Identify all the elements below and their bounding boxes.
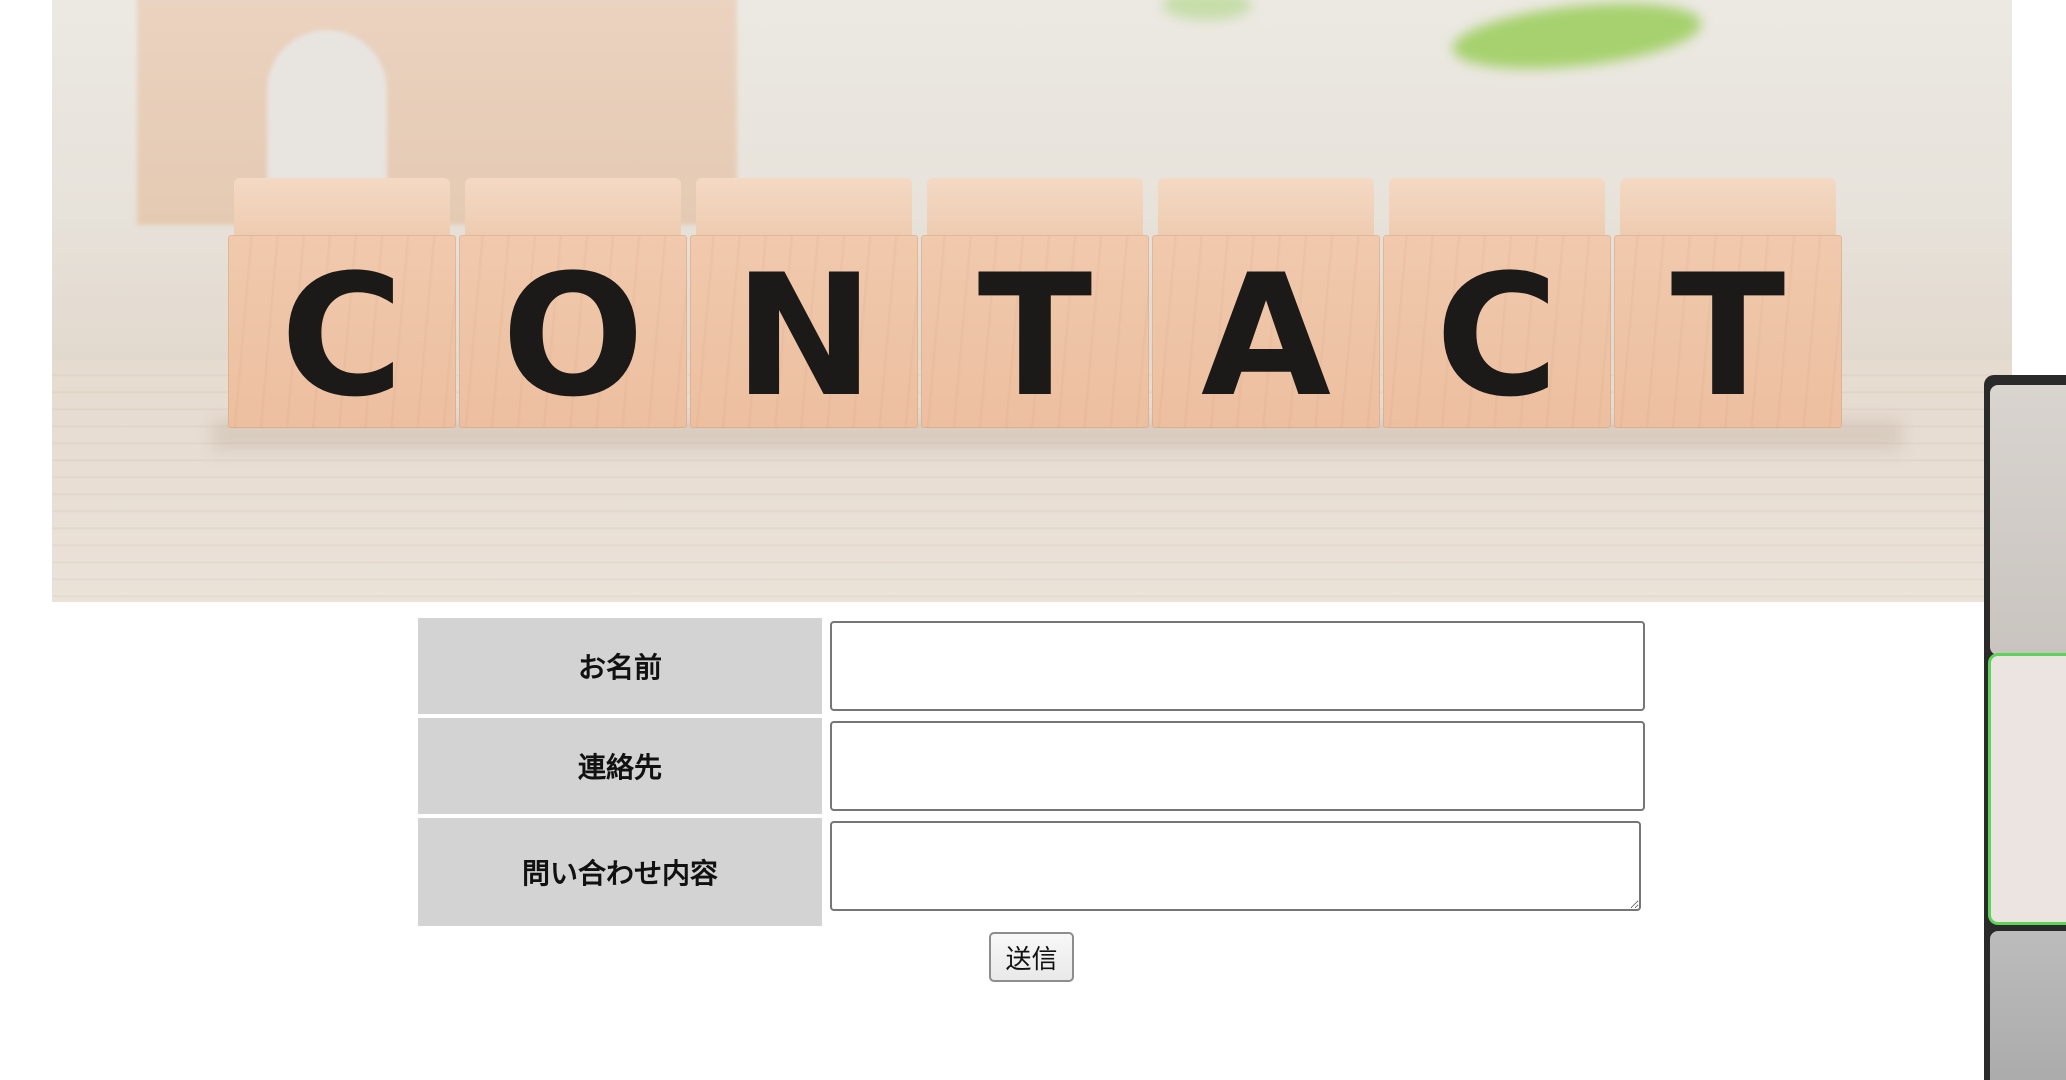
contact-input[interactable] [830,721,1645,811]
form-row-name: お名前 [418,618,1647,714]
block-front: C [1383,235,1611,428]
block-letter: N [733,237,875,434]
name-input[interactable] [830,621,1645,711]
contact-page: C O N T A C T お名前 連絡先 問い合わせ内容 送信 [0,0,2066,1080]
letter-block: T [1614,178,1842,428]
block-front: N [690,235,918,428]
block-top [696,178,912,238]
video-thumbnail-panel [1984,375,2066,1080]
letter-block: T [921,178,1149,428]
background-leaf [1162,0,1252,20]
background-leaf [1449,0,1705,79]
background-arch [267,30,387,190]
block-letter: T [1670,237,1786,434]
name-label: お名前 [418,618,822,714]
video-thumbnail-active[interactable] [1988,653,2066,925]
contact-form: お名前 連絡先 問い合わせ内容 [418,618,1647,930]
submit-wrap: 送信 [989,932,1074,982]
block-letter: O [501,237,645,434]
letter-blocks: C O N T A C T [228,178,1845,428]
block-top [1158,178,1374,238]
name-field-cell [830,618,1645,714]
block-top [1620,178,1836,238]
contact-field-cell [830,718,1645,814]
block-top [465,178,681,238]
inquiry-label: 問い合わせ内容 [418,818,822,926]
block-front: A [1152,235,1380,428]
block-front: C [228,235,456,428]
video-thumbnail[interactable] [1990,931,2066,1080]
inquiry-textarea[interactable] [830,821,1641,911]
block-letter: C [1435,237,1559,434]
form-row-inquiry: 問い合わせ内容 [418,818,1647,926]
block-front: T [921,235,1149,428]
letter-block: C [228,178,456,428]
block-top [927,178,1143,238]
letter-block: O [459,178,687,428]
block-letter: T [977,237,1093,434]
letter-block: N [690,178,918,428]
letter-block: A [1152,178,1380,428]
submit-button[interactable]: 送信 [989,932,1074,982]
contact-hero-image: C O N T A C T [52,0,2012,602]
block-top [234,178,450,238]
contact-label: 連絡先 [418,718,822,814]
video-thumbnail[interactable] [1990,385,2066,655]
block-letter: A [1200,237,1332,434]
letter-block: C [1383,178,1611,428]
block-front: O [459,235,687,428]
inquiry-field-cell [830,818,1641,926]
block-top [1389,178,1605,238]
form-row-contact: 連絡先 [418,718,1647,814]
block-letter: C [280,237,404,434]
block-front: T [1614,235,1842,428]
